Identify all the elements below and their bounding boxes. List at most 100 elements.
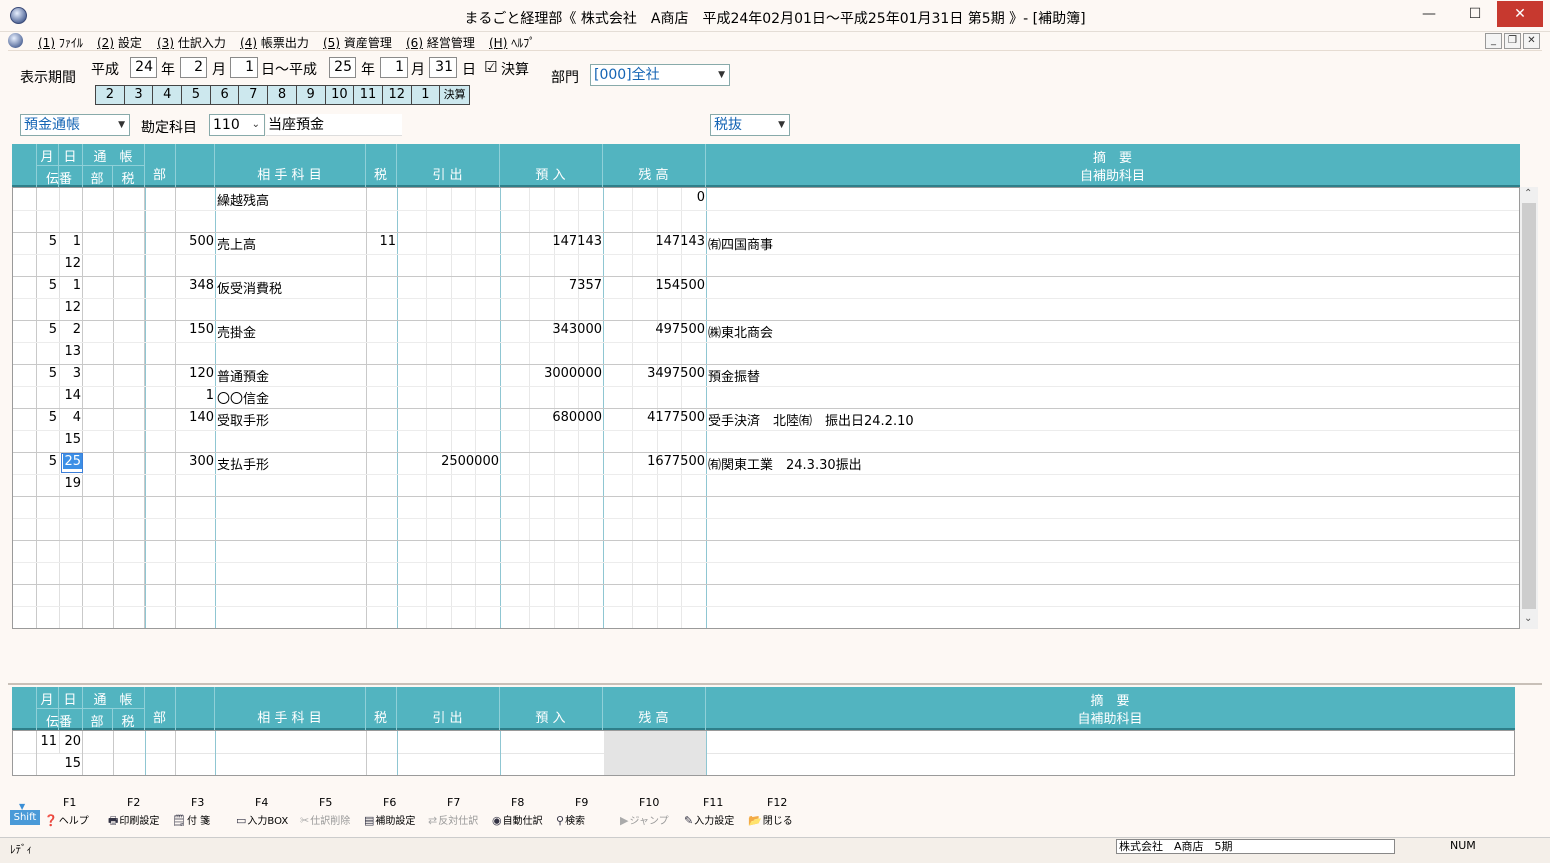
input-voucher[interactable]: 15 <box>37 756 81 771</box>
cell-voucher[interactable]: 12 <box>37 256 81 271</box>
splitter[interactable] <box>8 683 1542 685</box>
menu-logo-icon[interactable] <box>8 33 23 48</box>
cell-counter-account[interactable]: 繰越残高 <box>217 190 365 209</box>
cell-month[interactable]: 5 <box>37 410 57 425</box>
fkey-f7-button[interactable]: ⇄反対仕訳 <box>428 812 490 828</box>
cell-memo[interactable]: ㈲関東工業 24.3.30振出 <box>708 454 1508 473</box>
month-tab[interactable]: 5 <box>182 86 211 104</box>
mdi-close-button[interactable]: ✕ <box>1523 33 1540 49</box>
cell-withdraw[interactable]: 2500000 <box>398 454 499 469</box>
book-type-select[interactable]: 預金通帳 ▼ <box>20 114 130 136</box>
account-name-field[interactable]: 当座預金 <box>266 114 402 136</box>
tax-mode-select[interactable]: 税抜 ▼ <box>710 114 790 136</box>
month-tab[interactable]: 6 <box>210 86 240 104</box>
month-tab[interactable]: 4 <box>153 86 183 104</box>
month-tab[interactable]: 12 <box>382 86 412 104</box>
input-day[interactable]: 20 <box>60 734 81 749</box>
cell-deposit[interactable]: 343000 <box>501 322 602 337</box>
fkey-f4-button[interactable]: ▭入力BOX <box>236 812 298 828</box>
maximize-button[interactable]: ☐ <box>1452 1 1498 27</box>
cell-counter-account[interactable]: 売掛金 <box>217 322 365 341</box>
cell-account-code[interactable]: 140 <box>176 410 214 425</box>
scroll-thumb[interactable] <box>1522 203 1536 609</box>
cell-voucher[interactable]: 19 <box>37 476 81 491</box>
cell-month[interactable]: 5 <box>37 234 57 249</box>
fkey-f5-button[interactable]: ✂仕訳削除 <box>300 812 362 828</box>
cell-day[interactable]: 1 <box>60 234 81 249</box>
account-code-select[interactable]: 110 ⌄ <box>209 114 265 136</box>
cell-balance[interactable]: 3497500 <box>604 366 705 381</box>
cell-month[interactable]: 5 <box>37 278 57 293</box>
cell-sub-code[interactable]: 1 <box>176 388 214 403</box>
month-tab[interactable]: 2 <box>96 86 125 104</box>
cell-month[interactable]: 5 <box>37 454 57 469</box>
cell-deposit[interactable]: 147143 <box>501 234 602 249</box>
cell-account-code[interactable]: 348 <box>176 278 214 293</box>
month-tab[interactable]: 8 <box>268 86 297 104</box>
cell-deposit[interactable]: 3000000 <box>501 366 602 381</box>
fkey-f1-button[interactable]: ❓ヘルプ <box>44 812 106 828</box>
cell-month[interactable]: 5 <box>37 366 57 381</box>
month-tab[interactable]: 11 <box>354 86 383 104</box>
ledger-grid[interactable]: 繰越残高 0 5 1 12 500 売上高 11 147143 147143 ㈲四国商事 5 1 12 34… <box>12 187 1520 629</box>
cell-deposit[interactable]: 7357 <box>501 278 602 293</box>
cell-voucher[interactable]: 15 <box>37 432 81 447</box>
cell-memo[interactable]: 預金振替 <box>708 366 1508 385</box>
fkey-f6-button[interactable]: ▤補助設定 <box>364 812 426 828</box>
cell-memo[interactable]: 受手決済 北陸㈲ 振出日24.2.10 <box>708 410 1508 429</box>
menu-management[interactable]: (6) 経営管理 <box>406 34 475 51</box>
start-year-input[interactable]: 24 <box>130 57 157 78</box>
cell-voucher[interactable]: 12 <box>37 300 81 315</box>
cell-counter-account[interactable]: 普通預金 <box>217 366 365 385</box>
minimize-button[interactable]: — <box>1406 1 1452 27</box>
cell-day[interactable]: 1 <box>60 278 81 293</box>
month-tab[interactable]: 1 <box>411 86 441 104</box>
closing-checkbox[interactable]: ☑ <box>484 58 497 76</box>
month-tab[interactable]: 7 <box>239 86 269 104</box>
cell-counter-account[interactable]: 仮受消費税 <box>217 278 365 297</box>
menu-file[interactable]: (1) ﾌｧｲﾙ <box>38 34 83 51</box>
menu-journal-entry[interactable]: (3) 仕訳入力 <box>157 34 226 51</box>
scroll-up-icon[interactable]: ⌃ <box>1524 188 1532 199</box>
cell-account-code[interactable]: 150 <box>176 322 214 337</box>
cell-counter-account[interactable]: 支払手形 <box>217 454 365 473</box>
cell-balance[interactable]: 1677500 <box>604 454 705 469</box>
mdi-minimize-button[interactable]: _ <box>1485 33 1502 49</box>
cell-voucher[interactable]: 13 <box>37 344 81 359</box>
menu-help[interactable]: (H) ﾍﾙﾌﾟ <box>489 34 535 51</box>
cell-memo[interactable]: ㈲四国商事 <box>708 234 1508 253</box>
month-tab[interactable]: 9 <box>296 86 326 104</box>
cell-day[interactable]: 4 <box>60 410 81 425</box>
cell-memo[interactable]: ㈱東北商会 <box>708 322 1508 341</box>
menu-reports[interactable]: (4) 帳票出力 <box>240 34 309 51</box>
cell-day[interactable]: 3 <box>60 366 81 381</box>
end-day-input[interactable]: 31 <box>429 57 457 78</box>
cell-account-code[interactable]: 300 <box>176 454 214 469</box>
fkey-f10-button[interactable]: ▶ジャンプ <box>620 812 682 828</box>
scroll-down-icon[interactable]: ⌄ <box>1524 613 1532 624</box>
cell-tax[interactable]: 11 <box>367 234 396 249</box>
cell-balance[interactable]: 147143 <box>604 234 705 249</box>
mdi-restore-button[interactable]: ❐ <box>1504 33 1521 49</box>
cell-account-code[interactable]: 500 <box>176 234 214 249</box>
input-month[interactable]: 11 <box>37 734 57 749</box>
cell-balance[interactable]: 154500 <box>604 278 705 293</box>
fkey-f3-button[interactable]: 🗒付 箋 <box>172 812 234 828</box>
end-year-input[interactable]: 25 <box>329 57 356 78</box>
shift-button[interactable]: Shift <box>10 810 40 825</box>
cell-counter-account[interactable]: 受取手形 <box>217 410 365 429</box>
menu-settings[interactable]: (2) 設定 <box>97 34 142 51</box>
cell-sub-account[interactable]: 〇〇信金 <box>217 388 365 407</box>
start-day-input[interactable]: 1 <box>230 57 258 78</box>
cell-balance[interactable]: 4177500 <box>604 410 705 425</box>
cell-voucher[interactable]: 14 <box>37 388 81 403</box>
cell-month[interactable]: 5 <box>37 322 57 337</box>
fkey-f12-button[interactable]: 📂閉じる <box>748 812 810 828</box>
fkey-f8-button[interactable]: ◉自動仕訳 <box>492 812 554 828</box>
close-button[interactable]: ✕ <box>1497 1 1543 27</box>
month-tab[interactable]: 3 <box>124 86 154 104</box>
cell-day[interactable]: 2 <box>60 322 81 337</box>
cell-balance[interactable]: 497500 <box>604 322 705 337</box>
month-tab-closing[interactable]: 決算 <box>440 86 469 104</box>
cell-counter-account[interactable]: 売上高 <box>217 234 365 253</box>
